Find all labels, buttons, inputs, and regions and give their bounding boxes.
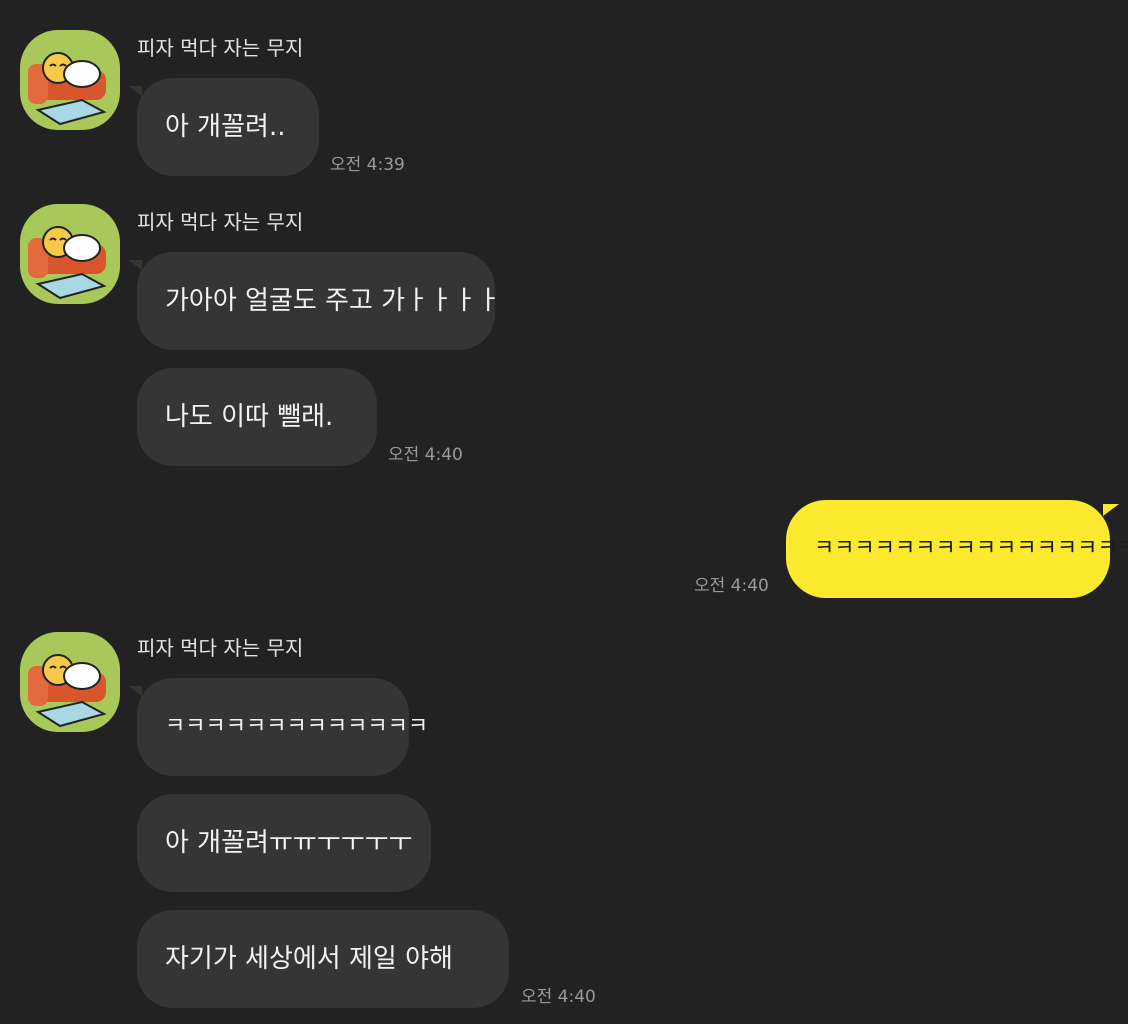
message-bubble[interactable]: 아 개꼴려.. [128, 78, 319, 176]
chat-area: 피자 먹다 자는 무지 아 개꼴려.. 오전 4:39 피자 먹다 자는 무지 … [0, 0, 1128, 1024]
message-time: 오전 4:40 [694, 576, 769, 596]
muzi-sleeping-sofa-icon [28, 654, 107, 728]
message-bubble[interactable]: 자기가 세상에서 제일 야해 [137, 910, 509, 1008]
sender-name: 피자 먹다 자는 무지 [137, 36, 304, 60]
message-time: 오전 4:39 [330, 155, 405, 175]
muzi-sleeping-sofa-icon [28, 226, 107, 300]
my-message-bubble[interactable]: ㅋㅋㅋㅋㅋㅋㅋㅋㅋㅋㅋㅋㅋㅋㅋㅋ [786, 500, 1128, 598]
sender-avatar[interactable] [20, 632, 120, 732]
message-bubble[interactable]: ㅋㅋㅋㅋㅋㅋㅋㅋㅋㅋㅋㅋㅋ [128, 678, 428, 776]
message-time: 오전 4:40 [388, 445, 463, 465]
message-bubble[interactable]: 나도 이따 뺄래. [137, 368, 377, 466]
sender-avatar[interactable] [20, 30, 120, 130]
sender-avatar[interactable] [20, 204, 120, 304]
muzi-sleeping-sofa-icon [28, 52, 107, 126]
message-time: 오전 4:40 [521, 987, 596, 1007]
sender-name: 피자 먹다 자는 무지 [137, 636, 304, 660]
message-bubble[interactable]: 아 개꼴려ㅠㅠㅜㅜㅜㅜ [137, 794, 431, 892]
message-bubble[interactable]: 가아아 얼굴도 주고 가ㅏㅏㅏㅏ [128, 252, 501, 350]
sender-name: 피자 먹다 자는 무지 [137, 210, 304, 234]
